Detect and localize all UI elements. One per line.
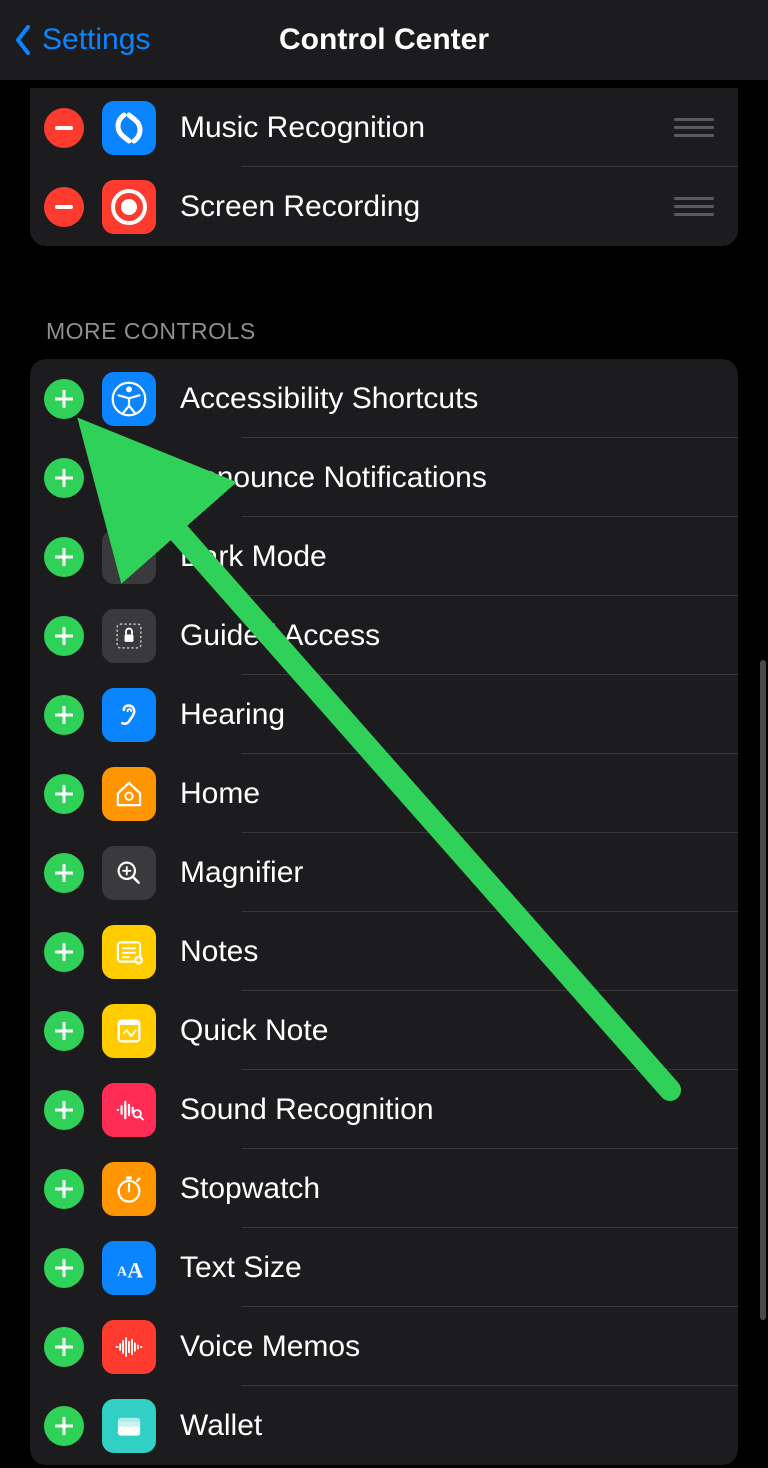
dark-mode-icon xyxy=(102,530,156,584)
accessibility-icon xyxy=(102,372,156,426)
row-label: Screen Recording xyxy=(180,190,420,224)
row-magnifier: Magnifier xyxy=(30,833,738,912)
add-button[interactable] xyxy=(44,695,84,735)
row-label: Hearing xyxy=(180,698,285,732)
row-label: Accessibility Shortcuts xyxy=(180,382,478,416)
row-label: Wallet xyxy=(180,1409,262,1443)
row-home: Home xyxy=(30,754,738,833)
row-label: Quick Note xyxy=(180,1014,328,1048)
row-guided-access: Guided Access xyxy=(30,596,738,675)
drag-handle[interactable] xyxy=(674,197,714,216)
row-label: Announce Notifications xyxy=(180,461,487,495)
svg-text:A: A xyxy=(127,1257,143,1282)
add-button[interactable] xyxy=(44,774,84,814)
remove-button[interactable] xyxy=(44,108,84,148)
row-stopwatch: Stopwatch xyxy=(30,1149,738,1228)
row-label: Notes xyxy=(180,935,258,969)
row-music-recognition: Music Recognition xyxy=(30,88,738,167)
row-notes: Notes xyxy=(30,912,738,991)
row-label: Magnifier xyxy=(180,856,303,890)
back-label: Settings xyxy=(42,23,150,57)
row-label: Sound Recognition xyxy=(180,1093,434,1127)
row-quick-note: Quick Note xyxy=(30,991,738,1070)
add-button[interactable] xyxy=(44,853,84,893)
row-screen-recording: Screen Recording xyxy=(30,167,738,246)
shazam-icon xyxy=(102,101,156,155)
row-label: Text Size xyxy=(180,1251,302,1285)
add-button[interactable] xyxy=(44,932,84,972)
more-controls-list: Accessibility Shortcuts Announce Notific… xyxy=(30,359,738,1465)
notes-icon xyxy=(102,925,156,979)
row-announce-notifications: Announce Notifications xyxy=(30,438,738,517)
add-button[interactable] xyxy=(44,1169,84,1209)
row-label: Home xyxy=(180,777,260,811)
row-voice-memos: Voice Memos xyxy=(30,1307,738,1386)
home-icon xyxy=(102,767,156,821)
announce-icon xyxy=(102,451,156,505)
row-sound-recognition: Sound Recognition xyxy=(30,1070,738,1149)
navbar: Settings Control Center xyxy=(0,0,768,80)
quick-note-icon xyxy=(102,1004,156,1058)
stopwatch-icon xyxy=(102,1162,156,1216)
row-label: Guided Access xyxy=(180,619,380,653)
add-button[interactable] xyxy=(44,1011,84,1051)
row-dark-mode: Dark Mode xyxy=(30,517,738,596)
add-button[interactable] xyxy=(44,1248,84,1288)
row-label: Dark Mode xyxy=(180,540,327,574)
hearing-icon xyxy=(102,688,156,742)
page-title: Control Center xyxy=(279,23,489,57)
svg-text:A: A xyxy=(117,1263,127,1278)
add-button[interactable] xyxy=(44,1327,84,1367)
row-accessibility-shortcuts: Accessibility Shortcuts xyxy=(30,359,738,438)
scrollbar[interactable] xyxy=(760,660,766,1320)
row-label: Music Recognition xyxy=(180,111,425,145)
magnifier-icon xyxy=(102,846,156,900)
guided-access-icon xyxy=(102,609,156,663)
row-label: Stopwatch xyxy=(180,1172,320,1206)
section-header-more: MORE CONTROLS xyxy=(46,318,738,345)
screen-recording-icon xyxy=(102,180,156,234)
wallet-icon xyxy=(102,1399,156,1453)
row-hearing: Hearing xyxy=(30,675,738,754)
add-button[interactable] xyxy=(44,537,84,577)
chevron-left-icon xyxy=(14,25,32,55)
text-size-icon: A A xyxy=(102,1241,156,1295)
row-text-size: A A Text Size xyxy=(30,1228,738,1307)
row-label: Voice Memos xyxy=(180,1330,360,1364)
voice-memos-icon xyxy=(102,1320,156,1374)
remove-button[interactable] xyxy=(44,187,84,227)
add-button[interactable] xyxy=(44,458,84,498)
back-button[interactable]: Settings xyxy=(14,23,150,57)
add-button[interactable] xyxy=(44,1090,84,1130)
row-wallet: Wallet xyxy=(30,1386,738,1465)
add-button[interactable] xyxy=(44,1406,84,1446)
add-button[interactable] xyxy=(44,616,84,656)
included-controls-list: Music Recognition Screen Recording xyxy=(30,88,738,246)
add-button[interactable] xyxy=(44,379,84,419)
sound-recognition-icon xyxy=(102,1083,156,1137)
drag-handle[interactable] xyxy=(674,118,714,137)
